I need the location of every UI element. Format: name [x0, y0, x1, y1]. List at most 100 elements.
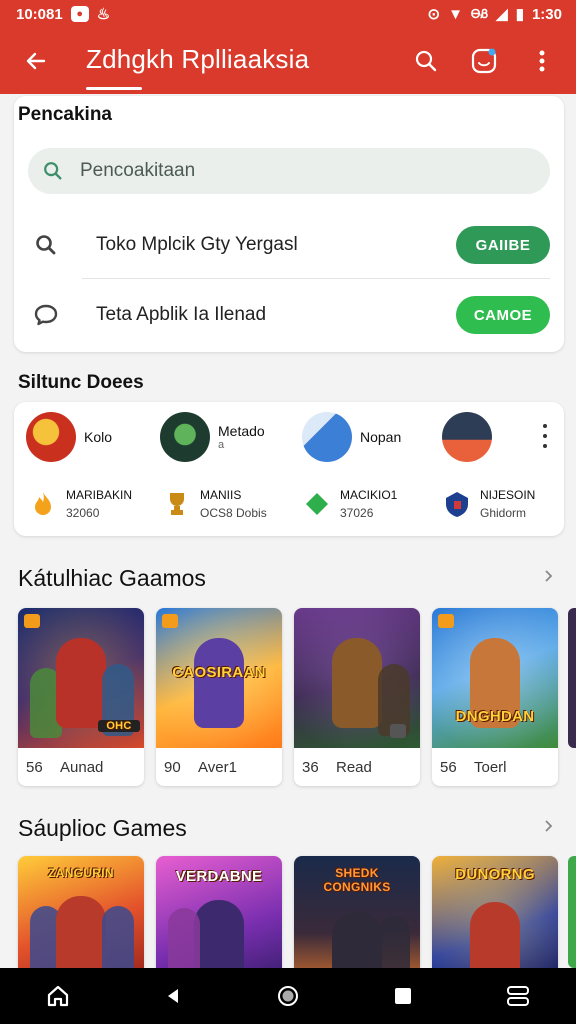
chat-bubble-icon: [34, 304, 58, 326]
account-button[interactable]: [464, 41, 504, 81]
page-title: Zdhgkh Rplliaaksia: [72, 28, 309, 94]
game-card-peek[interactable]: [568, 856, 576, 968]
popular-games-title: Sáuplioc Games: [18, 815, 187, 841]
game-artwork: DNGHDAN: [432, 608, 558, 748]
get-button[interactable]: CAMOE: [456, 296, 550, 334]
home-circle-button[interactable]: [260, 968, 316, 1024]
status-time: 10:081: [16, 5, 63, 23]
search-result-text: Toko Mplcik Gty Yergasl: [96, 234, 298, 255]
game-card[interactable]: OHC 56 Aunad: [18, 608, 144, 786]
game-card[interactable]: DNGHDAN 56 Toerl: [432, 608, 558, 786]
get-button[interactable]: GAIIBE: [456, 226, 550, 264]
home-icon: [47, 985, 68, 1007]
game-logo-text: SHEDK CONGNIKS: [323, 866, 391, 894]
home-nav-button[interactable]: [30, 968, 86, 1024]
game-number: 36: [302, 758, 319, 776]
featured-games-title: Kátulhiac Gaamos: [18, 565, 206, 591]
game-logo-text: ZANGURIN: [48, 866, 114, 880]
stat-label: MANIIS: [200, 488, 242, 502]
game-logo-text: DNGHDAN: [455, 708, 535, 725]
menu-nav-button[interactable]: [490, 968, 546, 1024]
chevron-right-icon[interactable]: [542, 570, 554, 582]
arrow-left-icon: [26, 52, 46, 70]
stat-item: MACIKIO1 37026: [302, 486, 397, 522]
more-options-button[interactable]: [522, 41, 562, 81]
more-vert-icon: [539, 50, 545, 72]
flame-icon: ♨: [96, 6, 111, 23]
stat-item: MARIBAKIN 32060: [28, 486, 132, 522]
game-card-peek[interactable]: [568, 608, 576, 748]
app-icon: [442, 412, 492, 462]
game-card[interactable]: 36 Read: [294, 608, 420, 786]
search-input[interactable]: [80, 160, 500, 182]
game-artwork: CAOSIRAAN: [156, 608, 282, 748]
search-card: Pencakina Toko Mplcik Gty Yergasl GAIIBE…: [14, 96, 564, 352]
status-clock: 1:30: [531, 5, 562, 23]
flame-icon: [35, 492, 51, 515]
game-logo-text: OHC: [98, 720, 140, 732]
app-icon: [302, 412, 352, 462]
search-button[interactable]: [406, 41, 446, 81]
search-icon: [36, 235, 56, 255]
suggestions-section-label: Siltunc Doees: [18, 372, 144, 393]
game-name: Read: [336, 758, 372, 776]
search-section-label: Pencakina: [18, 104, 112, 125]
app-subtitle: a: [218, 439, 225, 451]
circle-home-icon: [277, 986, 298, 1006]
game-logo-text: DUNORNG: [455, 866, 535, 883]
alarm-icon: ⊙: [427, 6, 441, 23]
app-name: Metado: [218, 423, 265, 439]
gem-icon: [306, 493, 328, 515]
shield-icon: [446, 492, 468, 517]
app-name: Nopan: [360, 429, 402, 445]
chevron-right-icon[interactable]: [542, 820, 554, 832]
stat-item: MANIIS OCS8 Dobis: [162, 486, 267, 522]
cell-signal-icon: ◢: [496, 6, 508, 23]
search-result-row[interactable]: Teta Apblik Ia Ilenad CAMOE: [28, 282, 550, 348]
game-logo-text: VERDABNE: [175, 868, 263, 885]
app-name: Kolo: [84, 429, 113, 445]
battery-icon: ▮: [515, 6, 524, 23]
triangle-back-icon: [167, 989, 178, 1003]
search-icon: [415, 50, 437, 72]
stat-label: MACIKIO1: [340, 488, 398, 502]
suggested-app[interactable]: [442, 412, 492, 462]
game-artwork: OHC: [18, 608, 144, 748]
search-icon: [44, 162, 62, 180]
back-nav-button[interactable]: [145, 968, 201, 1024]
more-vert-icon[interactable]: [540, 424, 550, 448]
notification-icon: ●: [70, 6, 89, 22]
status-bar: 10:081 ● ♨ ⊙ ▼ ᎾᏰ ◢ ▮ 1:30: [0, 0, 576, 28]
stat-value: 37026: [340, 506, 374, 520]
stat-label: NIJESOIN: [480, 488, 536, 502]
search-result-row[interactable]: Toko Mplcik Gty Yergasl GAIIBE: [28, 212, 550, 278]
system-navigation-bar: [0, 968, 576, 1024]
suggested-app[interactable]: Nopan: [302, 412, 401, 462]
game-artwork: [294, 608, 420, 748]
suggestions-card: Kolo Metado a Nopan MARIBAKIN 32060 MANI…: [14, 402, 564, 536]
signal-text: ᎾᏰ: [470, 6, 489, 21]
suggested-app[interactable]: Metado a: [160, 412, 265, 462]
game-logo-text: CAOSIRAAN: [172, 664, 266, 681]
game-name: Aver1: [198, 758, 237, 776]
app-icon: [160, 412, 210, 462]
game-name: Toerl: [474, 758, 507, 776]
trophy-icon: [170, 493, 184, 515]
stat-item: NIJESOIN Ghidorm: [442, 486, 535, 522]
game-number: 90: [164, 758, 181, 776]
search-result-text: Teta Apblik Ia Ilenad: [96, 304, 267, 325]
game-number: 56: [440, 758, 457, 776]
stat-label: MARIBAKIN: [66, 488, 133, 502]
game-number: 56: [26, 758, 43, 776]
game-card[interactable]: CAOSIRAAN 90 Aver1: [156, 608, 282, 786]
search-field[interactable]: [28, 148, 550, 194]
divider: [82, 278, 550, 279]
smile-badge-icon: [471, 48, 497, 74]
top-app-bar: 10:081 ● ♨ ⊙ ▼ ᎾᏰ ◢ ▮ 1:30 Zdhgkh Rpllia…: [0, 0, 576, 94]
game-name: Aunad: [60, 758, 104, 776]
back-button[interactable]: [0, 28, 72, 94]
square-recents-icon: [395, 988, 412, 1004]
stat-value: Ghidorm: [480, 506, 527, 520]
recents-nav-button[interactable]: [375, 968, 431, 1024]
suggested-app[interactable]: Kolo: [26, 412, 112, 462]
